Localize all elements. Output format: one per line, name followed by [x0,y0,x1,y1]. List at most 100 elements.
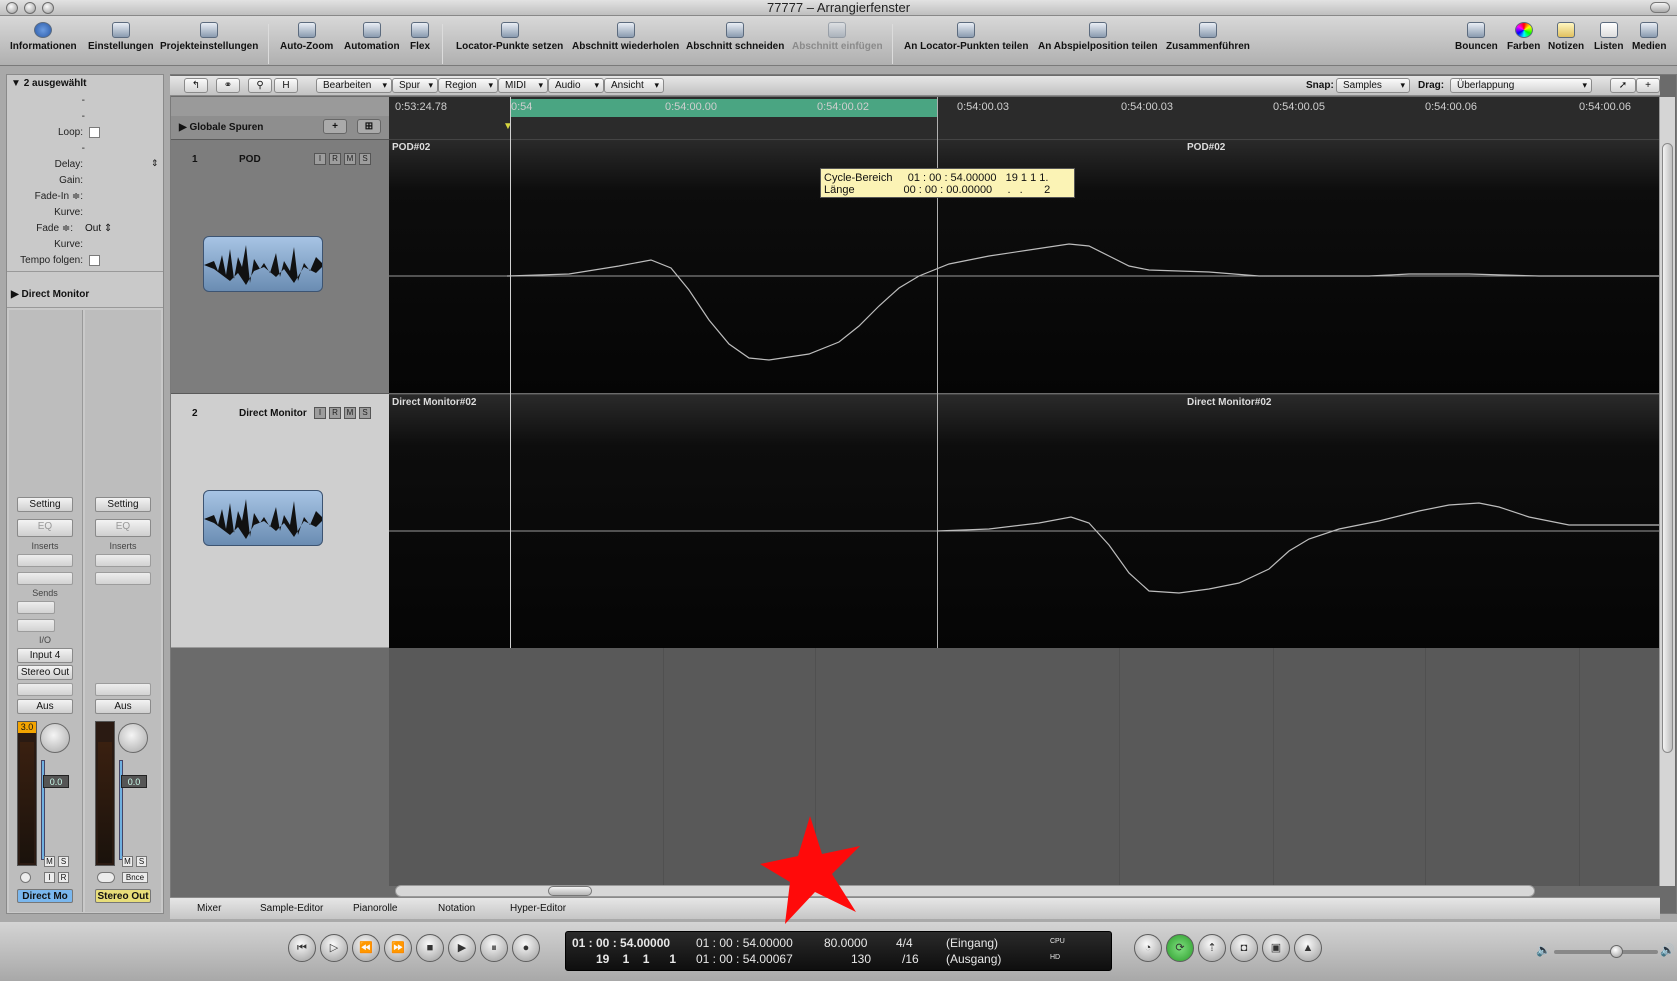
group-slot[interactable] [17,683,73,696]
volume-fader-value[interactable]: 0.0 [121,775,147,788]
pan-knob[interactable] [118,723,148,753]
snap-select[interactable]: Samples [1336,78,1410,93]
menu-bearbeiten[interactable]: Bearbeiten [316,78,392,93]
solo-button[interactable]: S [58,856,69,867]
einstellungen-button[interactable]: Einstellungen [88,22,154,52]
track-inspector-header[interactable]: ▶ Direct Monitor [11,289,89,300]
volume-fader-value[interactable]: 0.0 [43,775,69,788]
abschnitt-schneiden-button[interactable]: Abschnitt schneiden [686,22,784,52]
channel-name-1[interactable]: Direct Mo [17,889,73,903]
horizontal-scrollbar[interactable] [395,885,1535,897]
global-tracks-toggle[interactable]: ▶ Globale Spuren + ⊞ [171,116,389,139]
empty-track-area[interactable] [389,648,1659,886]
fade-label[interactable]: Fade ≑: [7,223,73,234]
pan-knob[interactable] [40,723,70,753]
insert-slot[interactable] [95,554,151,567]
an-abspielposition-teilen-button[interactable]: An Abspielposition teilen [1038,22,1158,52]
metronome-icon[interactable]: ▲ [1294,934,1322,962]
setting-button[interactable]: Setting [17,497,73,512]
informationen-button[interactable]: Informationen [10,22,77,52]
master-volume-knob[interactable] [1610,945,1623,958]
insert-slot[interactable] [95,572,151,585]
track-header[interactable]: 1 POD I R M S [171,139,389,393]
bouncen-button[interactable]: Bouncen [1455,22,1498,52]
track-header[interactable]: 2 Direct Monitor I R M S [171,393,389,647]
transport-display[interactable]: 01 : 00 : 54.00000 19 1 1 1 01 : 00 : 54… [565,931,1112,971]
tab-hyper-editor[interactable]: Hyper-Editor [510,903,566,914]
mute-button[interactable]: M [344,407,356,419]
eq-button[interactable]: EQ [17,519,73,537]
abschnitt-wiederholen-button[interactable]: Abschnitt wiederholen [572,22,679,52]
automation-mode-button[interactable]: Aus [95,699,151,714]
cycle-area[interactable] [511,99,937,117]
autopunch-icon[interactable]: ⇡ [1198,934,1226,962]
bar-ruler[interactable]: 0:53:24.78 0:54 0:54:00.00 0:54:00.02 0:… [389,97,1659,139]
farben-button[interactable]: Farben [1507,22,1540,52]
go-to-start-icon[interactable]: ⏮ [288,934,316,962]
projekteinstellungen-button[interactable]: Projekteinstellungen [160,22,258,52]
tab-sample-editor[interactable]: Sample-Editor [260,903,323,914]
input-monitor-button[interactable]: I [314,407,326,419]
region-inspector-header[interactable]: ▼ 2 ausgewählt [11,78,87,89]
mute-button[interactable]: M [44,856,55,867]
menu-ansicht[interactable]: Ansicht [604,78,664,93]
cycle-icon[interactable]: ⟳ [1166,934,1194,962]
input-button[interactable]: Input 4 [17,648,73,663]
menu-midi[interactable]: MIDI [498,78,548,93]
master-volume-slider[interactable] [1554,945,1658,958]
hide-button[interactable]: H [274,78,298,93]
horizontal-scroll-thumb[interactable] [548,886,592,896]
group-slot[interactable] [95,683,151,696]
rewind-icon[interactable]: ⏪ [352,934,380,962]
solo-button[interactable]: S [359,153,371,165]
play-from-selection-icon[interactable]: ▷ [320,934,348,962]
output-button[interactable]: Stereo Out [17,665,73,680]
vertical-scrollbar[interactable] [1659,97,1675,886]
stereo-link-icon[interactable] [97,872,115,883]
auto-zoom-button[interactable]: Auto-Zoom [280,22,333,52]
tempo-folgen-checkbox[interactable] [89,255,100,266]
solo-mode-icon[interactable]: ◘ [1230,934,1258,962]
solo-button[interactable]: S [359,407,371,419]
minimize-window-button[interactable] [24,2,36,14]
an-locator-punkten-teilen-button[interactable]: An Locator-Punkten teilen [904,22,1028,52]
flex-button[interactable]: Flex [410,22,430,52]
insert-slot[interactable] [17,554,73,567]
channel-name-2[interactable]: Stereo Out [95,889,151,903]
peak-indicator[interactable]: 3.0 [18,722,36,733]
record-button[interactable]: R [329,153,341,165]
replace-mode-icon[interactable]: ◔ [1134,934,1162,962]
mute-button[interactable]: M [344,153,356,165]
catch-icon[interactable]: ⚲ [248,78,272,93]
delay-stepper-icon[interactable]: ⇕ [151,158,159,169]
automation-mode-button[interactable]: Aus [17,699,73,714]
menu-spur[interactable]: Spur [392,78,438,93]
send-slot[interactable] [17,601,55,614]
vertical-scroll-thumb[interactable] [1662,143,1673,753]
abschnitt-einfuegen-button[interactable]: Abschnitt einfügen [792,22,883,52]
link-icon[interactable]: ⚭ [216,78,240,93]
tab-mixer[interactable]: Mixer [197,903,221,914]
pause-icon[interactable]: ⏸ [480,934,508,962]
zusammenfuehren-button[interactable]: Zusammenführen [1166,22,1250,52]
locator-punkte-setzen-button[interactable]: Locator-Punkte setzen [456,22,563,52]
fade-out-value[interactable]: Out ⇕ [85,223,112,234]
back-icon[interactable]: ↰ [184,78,208,93]
drag-select[interactable]: Überlappung [1450,78,1592,93]
tab-pianorolle[interactable]: Pianorolle [353,903,397,914]
play-icon[interactable]: ▶ [448,934,476,962]
fast-forward-icon[interactable]: ⏩ [384,934,412,962]
track-lane[interactable]: Direct Monitor#02 Direct Monitor#02 [389,394,1659,648]
send-slot[interactable] [17,619,55,632]
stop-icon[interactable]: ■ [416,934,444,962]
toolbar-toggle-button[interactable] [1650,2,1670,13]
setting-button[interactable]: Setting [95,497,151,512]
pointer-tool-icon[interactable]: ➚ [1610,78,1636,93]
medien-button[interactable]: Medien [1632,22,1666,52]
input-monitor-button[interactable]: I [314,153,326,165]
solo-button[interactable]: S [136,856,147,867]
automation-button[interactable]: Automation [344,22,400,52]
tab-notation[interactable]: Notation [438,903,475,914]
mute-button[interactable]: M [122,856,133,867]
secondary-tool-icon[interactable]: + [1636,78,1660,93]
